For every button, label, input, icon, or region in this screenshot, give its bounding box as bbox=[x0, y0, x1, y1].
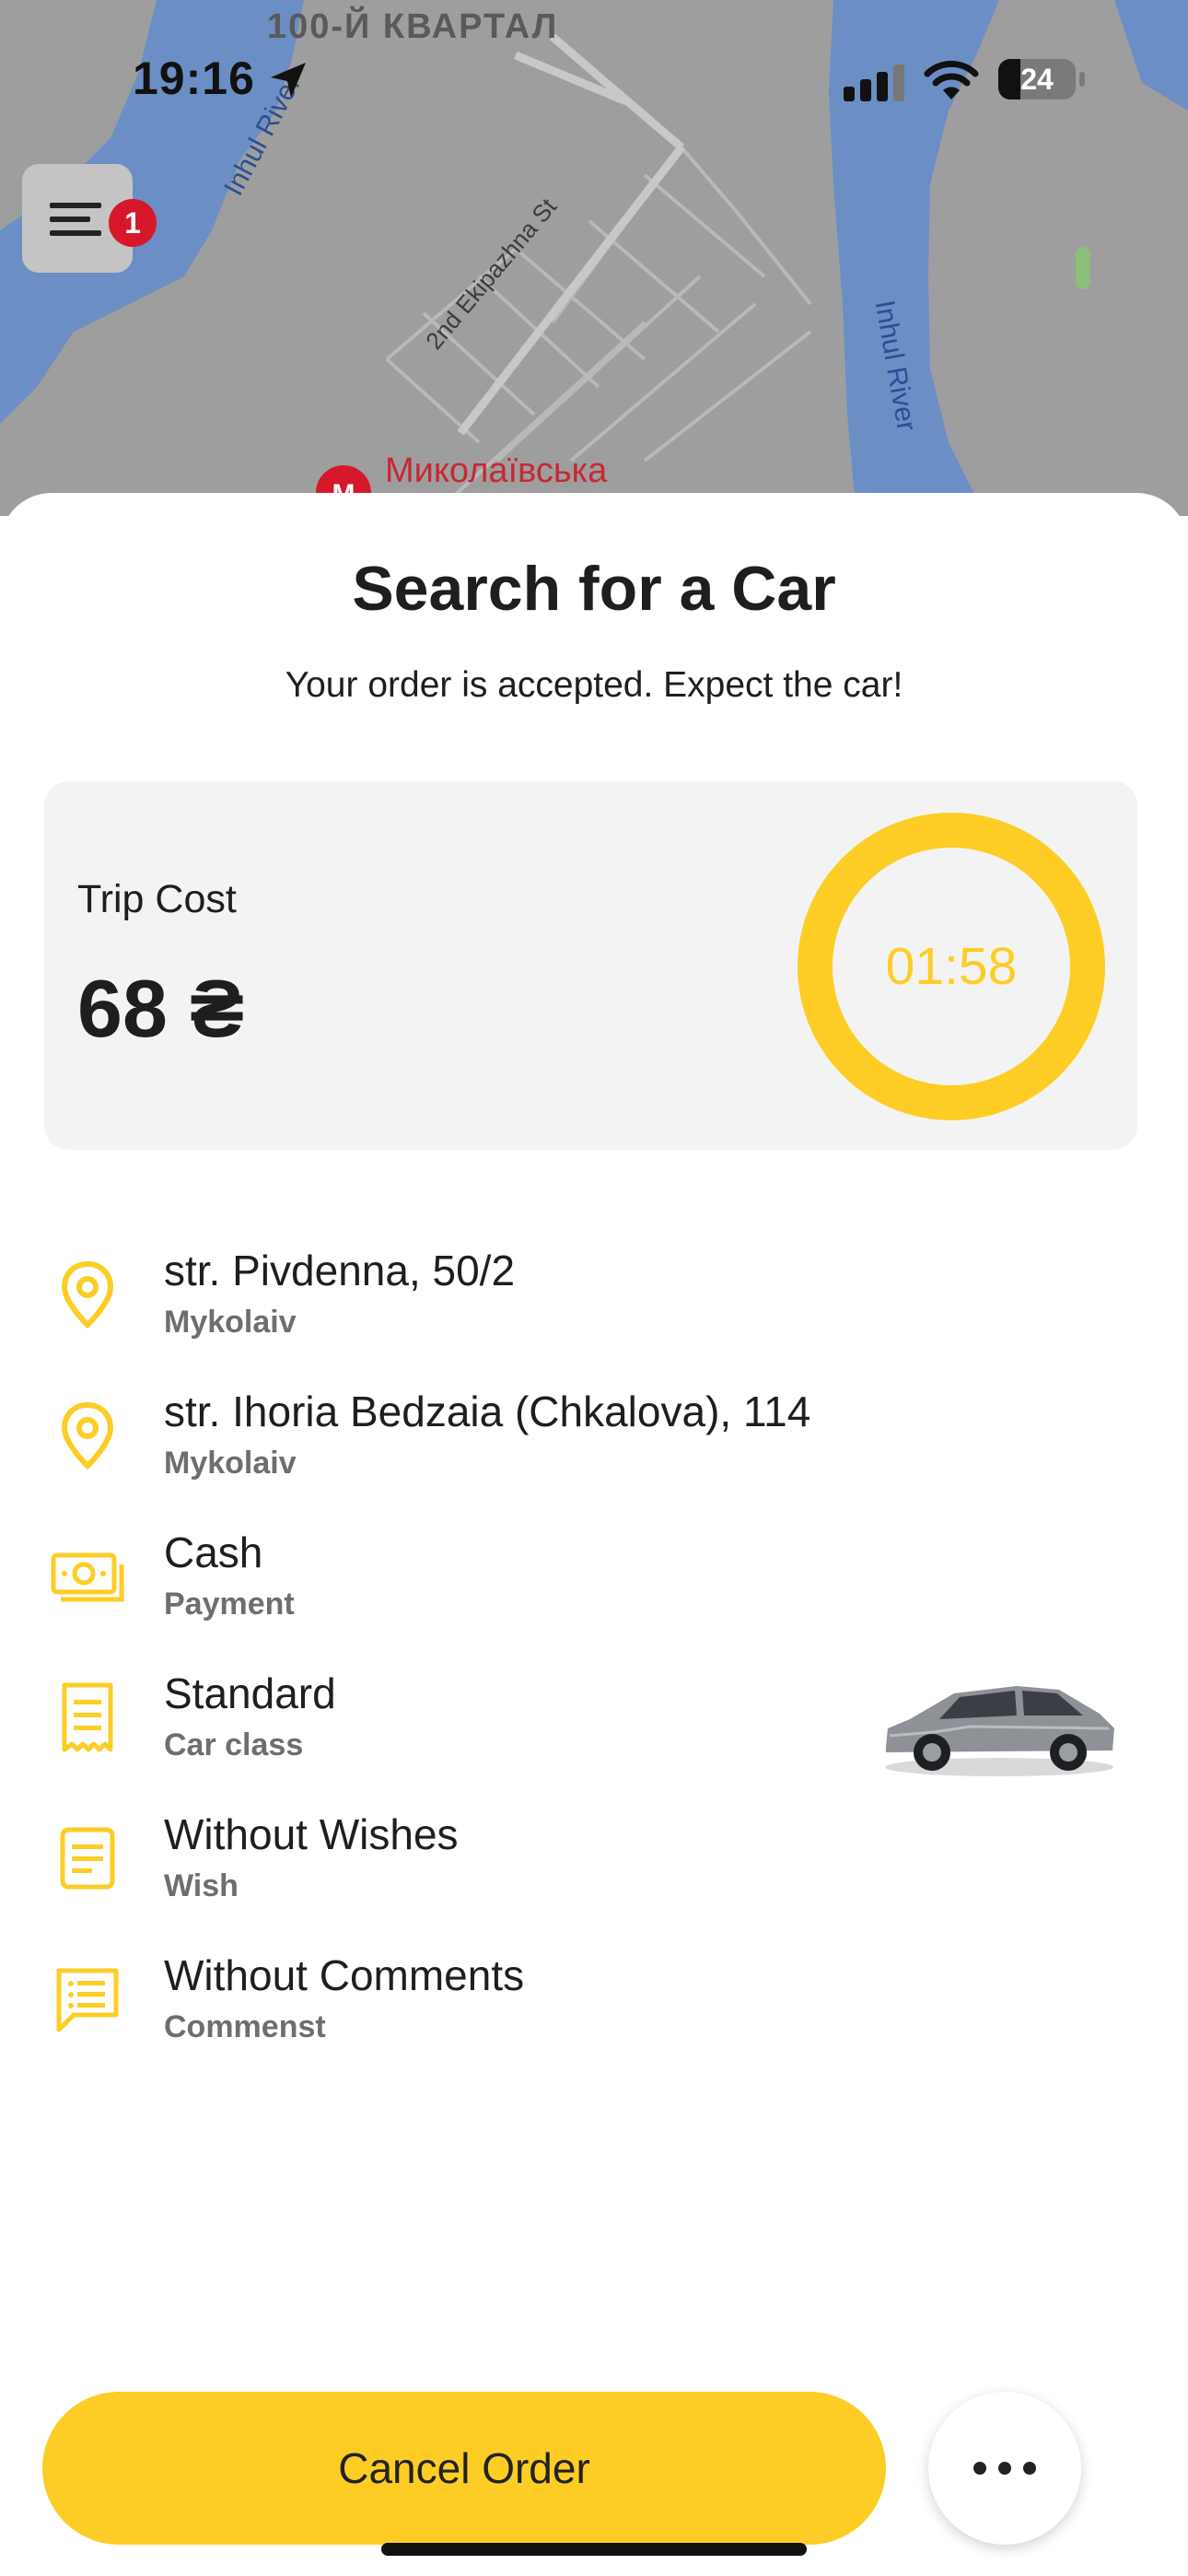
notification-badge: 1 bbox=[109, 199, 157, 247]
comments-value: Without Comments bbox=[164, 1951, 525, 1999]
location-arrow-icon bbox=[271, 63, 306, 98]
cancel-order-button[interactable]: Cancel Order bbox=[42, 2392, 886, 2545]
page-title: Search for a Car bbox=[352, 554, 836, 624]
map-pin-icon bbox=[61, 1401, 114, 1470]
destination-city: Mykolaiv bbox=[164, 1446, 297, 1481]
trip-cost-label: Trip Cost bbox=[77, 877, 237, 921]
metro-station-label: Миколаївська bbox=[385, 451, 608, 490]
payment-method: Cash bbox=[164, 1528, 263, 1576]
wishes-label: Wish bbox=[164, 1868, 239, 1903]
pickup-address: str. Pivdenna, 50/2 bbox=[164, 1247, 516, 1294]
battery-cap bbox=[1079, 72, 1085, 87]
document-icon bbox=[60, 1827, 115, 1890]
battery-icon: 24 bbox=[998, 59, 1076, 100]
hamburger-menu-icon bbox=[50, 203, 101, 236]
status-bar: 19:16 24 bbox=[0, 0, 1188, 147]
car-class-value: Standard bbox=[164, 1669, 336, 1717]
more-options-button[interactable] bbox=[928, 2392, 1081, 2545]
wishes-row[interactable]: Without Wishes Wish bbox=[0, 1804, 1188, 1942]
pickup-city: Mykolaiv bbox=[164, 1305, 297, 1340]
comments-row[interactable]: Without Comments Commenst bbox=[0, 1945, 1188, 2083]
cellular-signal-icon bbox=[844, 64, 904, 101]
more-horizontal-icon bbox=[973, 2462, 1036, 2475]
map-pin-icon bbox=[61, 1260, 114, 1329]
receipt-icon bbox=[62, 1682, 113, 1752]
countdown-timer: 01:58 bbox=[885, 937, 1018, 996]
car-image bbox=[885, 1686, 1114, 1776]
comments-label: Commenst bbox=[164, 2009, 326, 2044]
trip-cost-value: 68 ₴ bbox=[77, 963, 245, 1054]
home-indicator[interactable] bbox=[381, 2543, 807, 2556]
battery-level: 24 bbox=[1020, 62, 1054, 96]
wishes-value: Without Wishes bbox=[164, 1810, 459, 1858]
status-time: 19:16 bbox=[133, 53, 255, 104]
car-class-label: Car class bbox=[164, 1727, 304, 1762]
destination-address-row[interactable]: str. Ihoria Bedzaia (Chkalova), 114 Myko… bbox=[0, 1381, 1188, 1519]
cash-icon bbox=[51, 1552, 124, 1602]
order-status-text: Your order is accepted. Expect the car! bbox=[285, 665, 903, 705]
payment-row[interactable]: Cash Payment bbox=[0, 1522, 1188, 1660]
wifi-icon bbox=[924, 60, 979, 100]
destination-address: str. Ihoria Bedzaia (Chkalova), 114 bbox=[164, 1388, 811, 1435]
comment-icon bbox=[56, 1968, 119, 2032]
pickup-address-row[interactable]: str. Pivdenna, 50/2 Mykolaiv bbox=[0, 1240, 1188, 1378]
payment-label: Payment bbox=[164, 1587, 295, 1622]
